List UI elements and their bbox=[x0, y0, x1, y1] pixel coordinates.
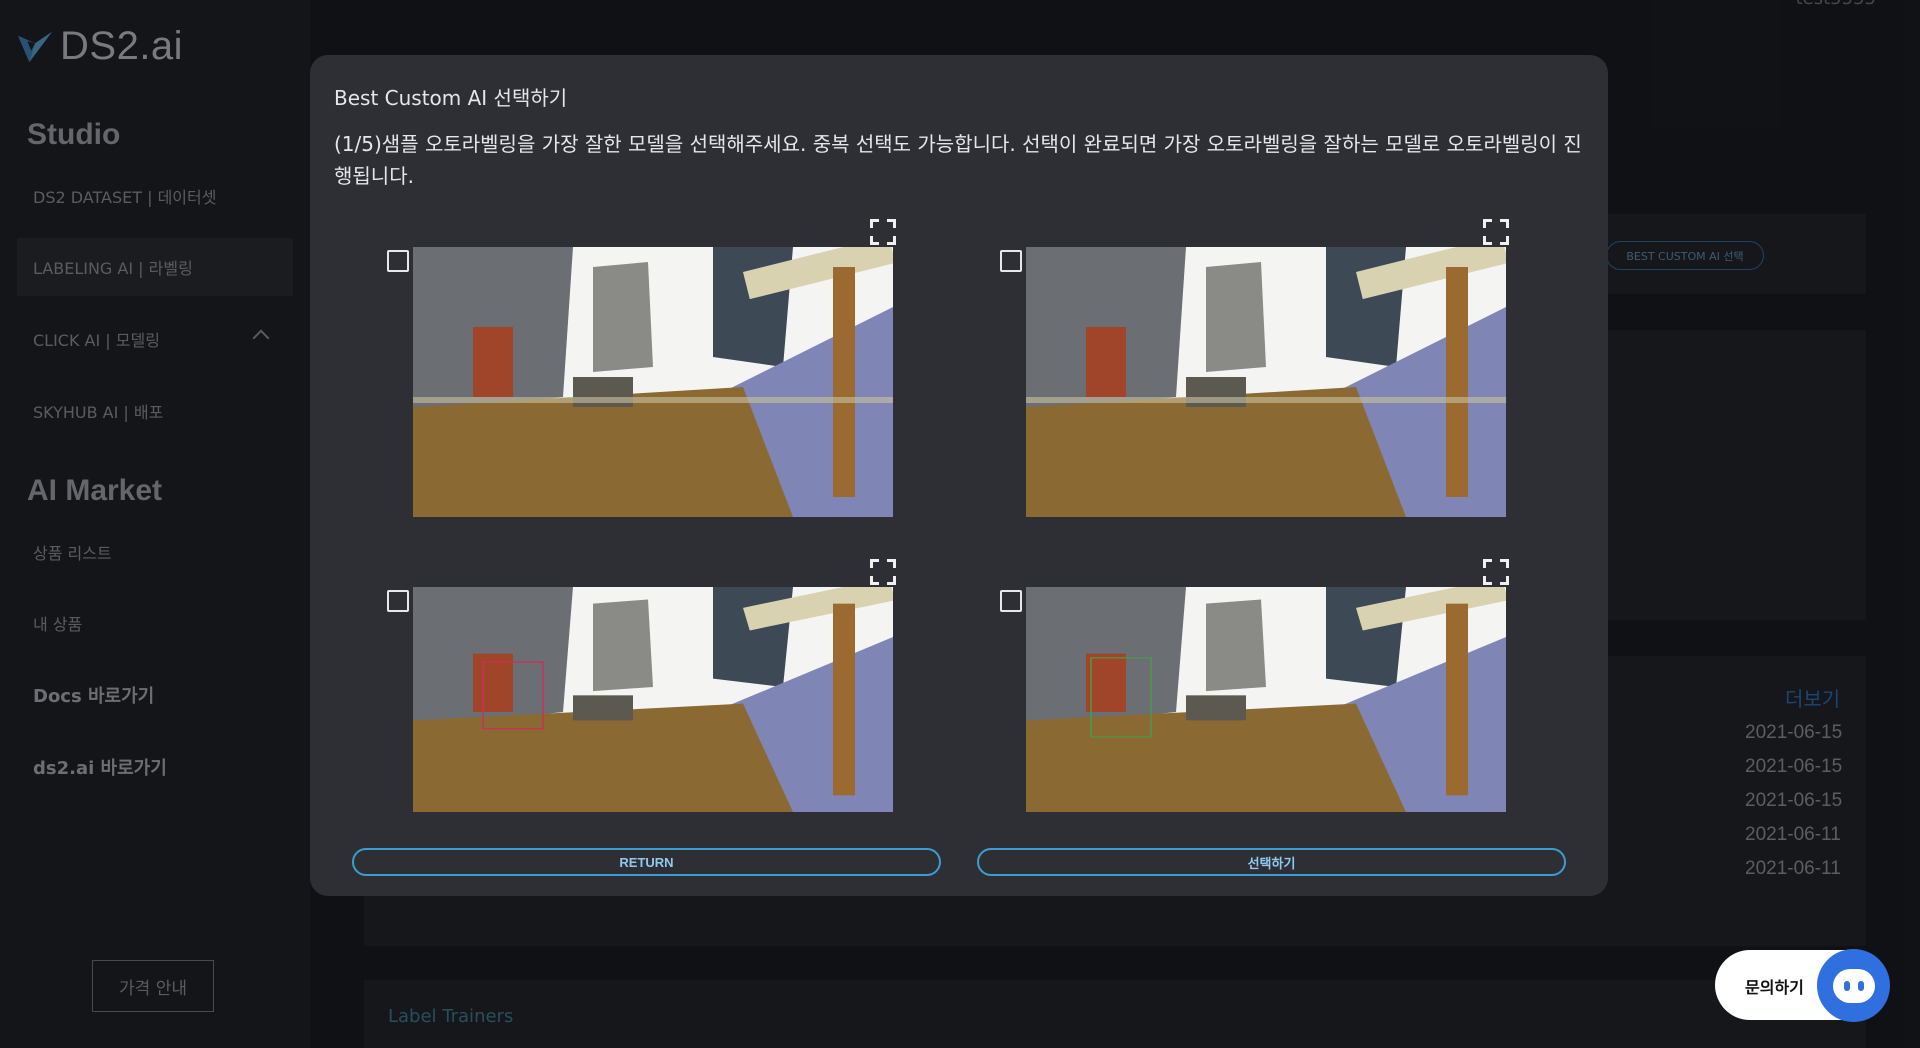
model-4-checkbox[interactable] bbox=[1000, 590, 1022, 612]
construction-site-image bbox=[413, 587, 893, 812]
best-custom-ai-modal: Best Custom AI 선택하기 (1/5)샘플 오토라벨링을 가장 잘한… bbox=[310, 55, 1608, 896]
sample-image-4[interactable] bbox=[1026, 587, 1506, 812]
chat-bubble-icon bbox=[1832, 968, 1875, 1003]
construction-site-image bbox=[1026, 247, 1506, 517]
expand-icon[interactable] bbox=[1483, 559, 1509, 585]
sample-image-3[interactable] bbox=[413, 587, 893, 812]
expand-icon[interactable] bbox=[870, 219, 896, 245]
return-button[interactable]: RETURN bbox=[352, 848, 941, 876]
modal-title: Best Custom AI 선택하기 bbox=[334, 86, 568, 110]
expand-icon[interactable] bbox=[1483, 219, 1509, 245]
modal-description: (1/5)샘플 오토라벨링을 가장 잘한 모델을 선택해주세요. 중복 선택도 … bbox=[334, 132, 1582, 188]
sample-image-1[interactable] bbox=[413, 247, 893, 517]
inquiry-label: 문의하기 bbox=[1745, 978, 1804, 997]
sample-image-2[interactable] bbox=[1026, 247, 1506, 517]
model-3-checkbox[interactable] bbox=[387, 590, 409, 612]
construction-site-image bbox=[1026, 587, 1506, 812]
model-2-checkbox[interactable] bbox=[1000, 250, 1022, 272]
expand-icon[interactable] bbox=[870, 559, 896, 585]
construction-site-image bbox=[413, 247, 893, 517]
model-1-checkbox[interactable] bbox=[387, 250, 409, 272]
chat-icon[interactable] bbox=[1817, 949, 1890, 1022]
select-button[interactable]: 선택하기 bbox=[977, 848, 1566, 876]
